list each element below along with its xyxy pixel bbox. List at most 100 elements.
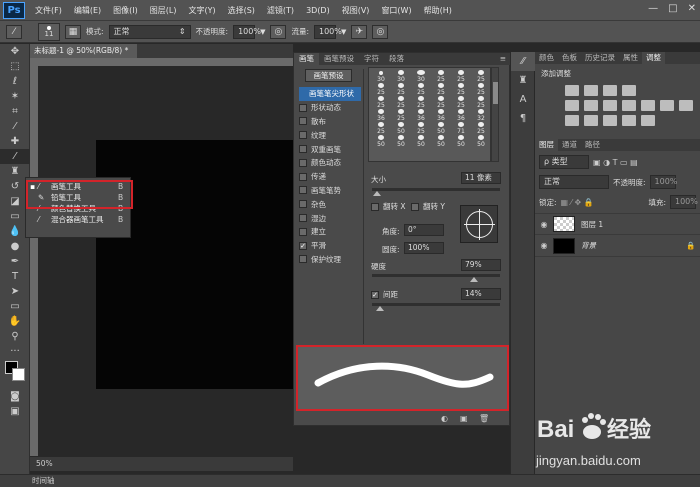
- menu-filter[interactable]: 滤镜(T): [261, 0, 300, 21]
- checkbox[interactable]: [299, 145, 307, 154]
- screen-mode-icon[interactable]: ▣: [0, 404, 30, 419]
- menu-file[interactable]: 文件(F): [29, 0, 68, 21]
- tab-character[interactable]: 字符: [359, 53, 384, 65]
- size-input[interactable]: 11 像素: [461, 172, 501, 184]
- roundness-input[interactable]: 100%: [404, 242, 444, 254]
- option-scattering[interactable]: 散布: [299, 115, 361, 129]
- eyedropper-icon[interactable]: ⁄: [0, 119, 30, 134]
- brush-tip[interactable]: 50: [391, 135, 411, 148]
- option-dual-brush[interactable]: 双重画笔: [299, 142, 361, 156]
- panel-menu-icon[interactable]: ≡: [495, 53, 511, 65]
- lock-icons[interactable]: ▦ ⁄ ✥ 🔒: [561, 198, 594, 207]
- brush-tip[interactable]: 25: [411, 83, 431, 96]
- brush-tip[interactable]: 25: [371, 96, 391, 109]
- checkbox[interactable]: [299, 255, 307, 264]
- color-balance-icon[interactable]: [603, 100, 617, 111]
- option-texture[interactable]: 纹理: [299, 128, 361, 142]
- invert-icon[interactable]: [565, 115, 579, 126]
- chevron-down-icon[interactable]: ▼: [260, 28, 265, 36]
- mode-select[interactable]: 正常 ⇕: [108, 24, 191, 39]
- quick-mask-icon[interactable]: ◙: [0, 389, 30, 404]
- option-brush-pose[interactable]: 画笔笔势: [299, 184, 361, 198]
- option-shape-dynamics[interactable]: 形状动态: [299, 101, 361, 115]
- option-wet-edges[interactable]: 湿边: [299, 211, 361, 225]
- tab-history[interactable]: 历史记录: [581, 52, 619, 64]
- vibrance-icon[interactable]: [565, 100, 579, 111]
- tip-grid-scrollbar[interactable]: [491, 67, 499, 162]
- menu-3d[interactable]: 3D(D): [300, 0, 336, 21]
- flip-y-checkbox[interactable]: 翻转 Y: [411, 200, 445, 214]
- tab-channels[interactable]: 通道: [558, 139, 581, 151]
- hardness-slider[interactable]: [372, 274, 500, 277]
- checkbox[interactable]: [299, 227, 307, 236]
- brush-tip[interactable]: 25: [391, 96, 411, 109]
- option-noise[interactable]: 杂色: [299, 197, 361, 211]
- brush-tip[interactable]: 25: [411, 96, 431, 109]
- size-slider[interactable]: [372, 188, 500, 191]
- tab-paths[interactable]: 路径: [581, 139, 604, 151]
- background-color-swatch[interactable]: [12, 368, 25, 381]
- brush-tip[interactable]: 25: [431, 70, 451, 83]
- brush-tip[interactable]: 50: [471, 135, 491, 148]
- angle-input[interactable]: 0°: [404, 224, 444, 236]
- option-color-dynamics[interactable]: 颜色动态: [299, 156, 361, 170]
- brush-tip[interactable]: 30: [371, 70, 391, 83]
- brush-tool-icon[interactable]: ⁄: [0, 149, 30, 164]
- brush-tip[interactable]: 50: [431, 122, 451, 135]
- menu-image[interactable]: 图像(I): [107, 0, 144, 21]
- exposure-icon[interactable]: [622, 85, 636, 96]
- checkbox[interactable]: [371, 202, 379, 211]
- curves-icon[interactable]: [603, 85, 617, 96]
- layer-row[interactable]: ◉ 背景 🔒: [535, 235, 700, 257]
- timeline-label[interactable]: 时间轴: [32, 476, 55, 485]
- airbrush-icon[interactable]: ✈: [351, 24, 368, 39]
- angle-roundness-dial[interactable]: [460, 205, 498, 243]
- option-protect-texture[interactable]: 保护纹理: [299, 253, 361, 267]
- pressure-opacity-icon[interactable]: ◎: [270, 24, 287, 39]
- crop-tool-icon[interactable]: ⌗: [0, 104, 30, 119]
- checkbox[interactable]: [299, 200, 307, 209]
- brush-tip[interactable]: 30: [411, 70, 431, 83]
- brush-tip[interactable]: 50: [411, 135, 431, 148]
- flyout-mixer-brush-tool[interactable]: ⁄ 混合器画笔工具 B: [26, 214, 130, 225]
- option-smoothing[interactable]: ✓ 平滑: [299, 239, 361, 253]
- eye-icon[interactable]: ◉: [535, 220, 553, 229]
- tab-color[interactable]: 颜色: [535, 52, 558, 64]
- hue-saturation-icon[interactable]: [584, 100, 598, 111]
- brush-tip[interactable]: 71: [451, 122, 471, 135]
- hardness-input[interactable]: 79%: [461, 259, 501, 271]
- brush-tip[interactable]: 25: [471, 83, 491, 96]
- spacing-input[interactable]: 14%: [461, 288, 501, 300]
- layer-opacity-input[interactable]: 100%: [649, 175, 677, 189]
- magic-wand-icon[interactable]: ✶: [0, 89, 30, 104]
- spacing-slider-knob[interactable]: [376, 306, 384, 311]
- brush-tip[interactable]: 25: [451, 83, 471, 96]
- close-button[interactable]: ✕: [688, 3, 696, 14]
- flow-input[interactable]: 100%: [313, 24, 342, 39]
- delete-icon[interactable]: 🗑: [479, 414, 489, 423]
- brush-tip[interactable]: 25: [411, 122, 431, 135]
- menu-window[interactable]: 窗口(W): [375, 0, 417, 21]
- checkbox[interactable]: [299, 214, 307, 223]
- gradient-map-icon[interactable]: [622, 115, 636, 126]
- new-brush-icon[interactable]: ▣: [460, 414, 468, 423]
- tab-brush[interactable]: 画笔: [294, 53, 319, 65]
- pen-tool-icon[interactable]: ✒: [0, 254, 30, 269]
- checkbox[interactable]: [299, 103, 307, 112]
- shape-tool-icon[interactable]: ▭: [0, 299, 30, 314]
- zoom-level[interactable]: 50%: [36, 459, 53, 468]
- checkbox-checked[interactable]: ✓: [371, 290, 379, 299]
- hand-tool-icon[interactable]: ✋: [0, 314, 30, 329]
- photo-filter-icon[interactable]: [641, 100, 655, 111]
- color-lookup-icon[interactable]: [679, 100, 693, 111]
- brush-tip[interactable]: 25: [431, 83, 451, 96]
- brush-tip[interactable]: 25: [371, 83, 391, 96]
- menu-edit[interactable]: 编辑(E): [68, 0, 107, 21]
- checkbox[interactable]: [299, 186, 307, 195]
- checkbox[interactable]: [411, 202, 419, 211]
- hardness-slider-knob[interactable]: [470, 277, 478, 282]
- posterize-icon[interactable]: [584, 115, 598, 126]
- brush-tip[interactable]: 50: [371, 135, 391, 148]
- chevron-down-icon[interactable]: ▼: [341, 28, 346, 36]
- brush-tip[interactable]: 32: [471, 109, 491, 122]
